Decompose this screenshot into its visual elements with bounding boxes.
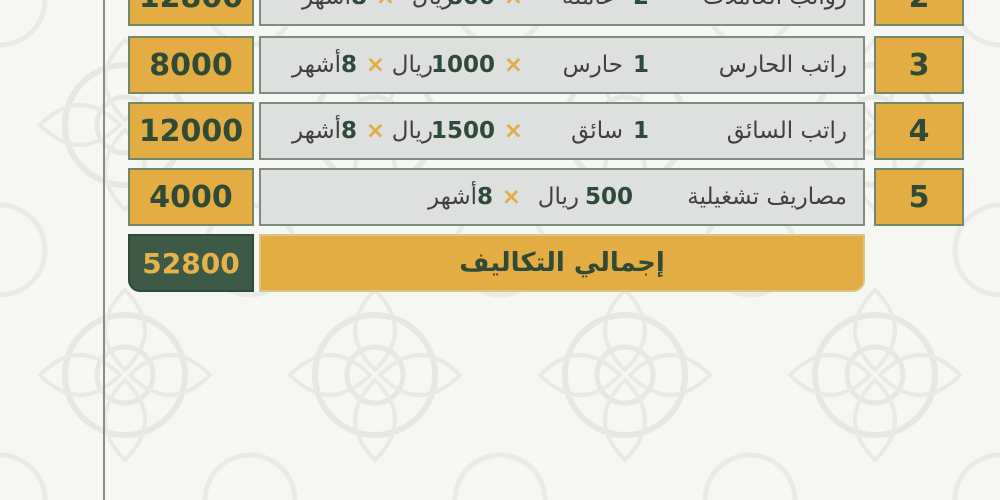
row-months-word: أشهر [302, 0, 351, 10]
row-qty: 1 [632, 118, 649, 144]
row-index-value: 2 [909, 0, 930, 15]
row-total: 8000 [128, 36, 254, 94]
row-total-value: 12000 [138, 113, 244, 149]
row-unit: عاملة [562, 0, 615, 10]
times-icon: × [504, 0, 523, 10]
total-costs-text: إجمالي التكاليف [459, 248, 665, 278]
row-months-word: أشهر [292, 52, 341, 78]
row-index: 4 [874, 102, 964, 160]
row-index: 2 [874, 0, 964, 26]
row-currency: ريال [412, 0, 453, 10]
row-unit: سائق [571, 118, 623, 144]
times-icon: × [376, 0, 395, 10]
row-index-value: 4 [908, 113, 930, 149]
row-qty: 2 [633, 0, 649, 10]
row-total: 12000 [128, 102, 254, 160]
row-unit: حارس [562, 52, 623, 78]
row-currency: ريال [391, 52, 433, 78]
row-months-word: أشهر [428, 184, 477, 210]
grand-total-value: 52800 [142, 246, 240, 280]
row-description: رواتب العاملات 2 عاملة × 800 ريال × 8 أش… [259, 0, 865, 26]
row-months: 8 [351, 0, 367, 10]
times-icon: × [501, 184, 521, 210]
row-amount: 1000 [430, 52, 495, 78]
row-index: 3 [874, 36, 964, 94]
row-description: راتب السائق 1 سائق × 1500 ريال × 8 أشهر [259, 102, 865, 160]
row-amount: 500 [584, 184, 633, 210]
row-total-value: 12800 [139, 0, 243, 15]
row-months: 8 [476, 184, 493, 210]
row-index-value: 3 [908, 47, 930, 83]
row-total-value: 8000 [149, 47, 233, 83]
row-amount: 1500 [430, 118, 495, 144]
grand-total: 52800 [128, 234, 254, 292]
times-icon: × [503, 118, 523, 144]
total-costs-label: إجمالي التكاليف [259, 234, 865, 292]
row-title: رواتب العاملات [703, 0, 847, 10]
row-currency: ريال [391, 118, 433, 144]
row-description: مصاريف تشغيلية 500 ريال × 8 أشهر [259, 168, 865, 226]
row-total: 4000 [128, 168, 254, 226]
row-title: راتب السائق [726, 118, 847, 144]
row-months: 8 [340, 118, 357, 144]
row-amount: 800 [447, 0, 495, 10]
page-divider-line [103, 0, 105, 500]
row-qty: 1 [632, 52, 649, 78]
row-index: 5 [874, 168, 964, 226]
row-title: مصاريف تشغيلية [687, 184, 847, 210]
row-total: 12800 [128, 0, 254, 26]
row-title: راتب الحارس [718, 52, 847, 78]
row-months: 8 [340, 52, 357, 78]
row-index-value: 5 [908, 179, 930, 215]
row-months-word: أشهر [292, 118, 341, 144]
row-description: راتب الحارس 1 حارس × 1000 ريال × 8 أشهر [259, 36, 865, 94]
row-total-value: 4000 [149, 179, 233, 215]
times-icon: × [365, 118, 385, 144]
times-icon: × [365, 52, 385, 78]
times-icon: × [503, 52, 523, 78]
row-currency: ريال [537, 184, 579, 210]
